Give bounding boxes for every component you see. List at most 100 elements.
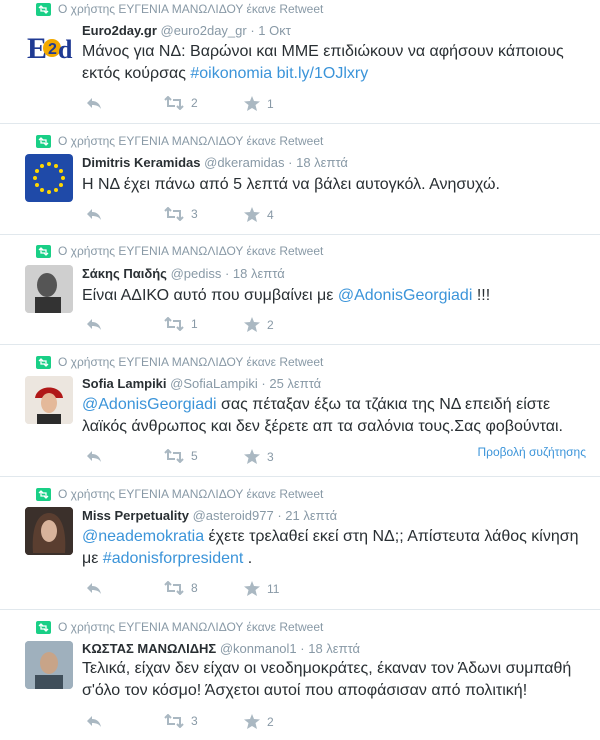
retweet-context-text: Ο χρήστης ΕΥΓΕΝΙΑ ΜΑΝΩΛΙΔΟΥ έκανε Retwee…	[58, 244, 324, 258]
svg-text:2: 2	[48, 41, 57, 58]
favorite-button[interactable]: 11	[244, 581, 279, 596]
author-name[interactable]: Sofia Lampiki	[82, 376, 167, 391]
favorite-count: 11	[267, 581, 280, 596]
avatar[interactable]	[25, 376, 73, 424]
retweet-badge-icon	[36, 356, 51, 369]
tweet[interactable]: Ο χρήστης ΕΥΓΕΝΙΑ ΜΑΝΩΛΙΔΟΥ έκανε Retwee…	[0, 345, 600, 477]
tweet-timestamp[interactable]: 18 λεπτά	[233, 266, 285, 281]
avatar[interactable]	[25, 507, 73, 555]
retweet-badge-icon	[36, 488, 51, 501]
retweet-icon	[164, 581, 184, 595]
retweet-badge-icon	[36, 135, 51, 148]
retweet-button[interactable]: 8	[164, 581, 198, 595]
tweet-timestamp[interactable]: 25 λεπτά	[269, 376, 321, 391]
svg-text:d: d	[58, 35, 73, 64]
star-icon	[244, 96, 260, 111]
retweet-context: Ο χρήστης ΕΥΓΕΝΙΑ ΜΑΝΩΛΙΔΟΥ έκανε Retwee…	[36, 355, 323, 369]
favorite-button[interactable]: 2	[244, 714, 274, 729]
reply-button[interactable]	[86, 207, 102, 221]
favorite-button[interactable]: 1	[244, 96, 274, 111]
tweet-text: Μάνος για ΝΔ: Βαρώνοι και ΜΜΕ επιδιώκουν…	[82, 41, 594, 85]
avatar[interactable]	[25, 154, 73, 202]
retweet-icon	[164, 96, 184, 110]
reply-button[interactable]	[86, 96, 102, 110]
retweet-icon	[164, 449, 184, 463]
retweet-count: 3	[191, 207, 198, 221]
mention-link[interactable]: @AdonisGeorgiadi	[82, 396, 217, 413]
tweet-actions: 3 2	[86, 714, 566, 732]
favorite-button[interactable]: 2	[244, 317, 274, 332]
author-handle[interactable]: @konmanol1	[220, 641, 297, 656]
text-segment: .	[243, 550, 253, 567]
hashtag-link[interactable]: #adonisforpresident	[103, 550, 244, 567]
tweet-timestamp[interactable]: 21 λεπτά	[285, 508, 337, 523]
favorite-count: 3	[267, 449, 274, 464]
reply-button[interactable]	[86, 449, 102, 463]
author-handle[interactable]: @asteroid977	[193, 508, 274, 523]
favorite-count: 2	[267, 317, 274, 332]
tweet-timestamp[interactable]: 18 λεπτά	[308, 641, 360, 656]
retweet-button[interactable]: 2	[164, 96, 198, 110]
retweet-context: Ο χρήστης ΕΥΓΕΝΙΑ ΜΑΝΩΛΙΔΟΥ έκανε Retwee…	[36, 2, 323, 16]
reply-button[interactable]	[86, 714, 102, 728]
author-name[interactable]: ΚΩΣΤΑΣ ΜΑΝΩΛΙΔΗΣ	[82, 641, 216, 656]
tweet[interactable]: Ο χρήστης ΕΥΓΕΝΙΑ ΜΑΝΩΛΙΔΟΥ έκανε Retwee…	[0, 235, 600, 345]
mention-link[interactable]: @AdonisGeorgiadi	[338, 287, 473, 304]
reply-icon	[87, 451, 101, 462]
tweet-actions: 2 1	[86, 96, 566, 114]
tweet-actions: 3 4	[86, 207, 566, 225]
author-name[interactable]: Dimitris Keramidas	[82, 155, 201, 170]
star-icon	[244, 207, 260, 222]
star-icon	[244, 449, 260, 464]
reply-icon	[87, 319, 101, 330]
tweet[interactable]: Ο χρήστης ΕΥΓΕΝΙΑ ΜΑΝΩΛΙΔΟΥ έκανε Retwee…	[0, 477, 600, 610]
retweet-count: 1	[191, 317, 198, 331]
retweet-button[interactable]: 3	[164, 207, 198, 221]
retweet-icon	[164, 207, 184, 221]
url-link[interactable]: bit.ly/1OJlxry	[277, 65, 369, 82]
reply-button[interactable]	[86, 581, 102, 595]
retweet-context-text: Ο χρήστης ΕΥΓΕΝΙΑ ΜΑΝΩΛΙΔΟΥ έκανε Retwee…	[58, 487, 324, 501]
author-name[interactable]: Euro2day.gr	[82, 23, 157, 38]
author-handle[interactable]: @euro2day_gr	[161, 23, 247, 38]
author-name[interactable]: Σάκης Παιδής	[82, 266, 167, 281]
star-icon	[244, 317, 260, 332]
view-conversation-link[interactable]: Προβολή συζήτησης	[477, 445, 586, 459]
retweet-count: 5	[191, 449, 198, 463]
reply-button[interactable]	[86, 317, 102, 331]
retweet-icon	[164, 317, 184, 331]
retweet-button[interactable]: 3	[164, 714, 198, 728]
text-segment: !!!	[472, 287, 491, 304]
tweet[interactable]: Ο χρήστης ΕΥΓΕΝΙΑ ΜΑΝΩΛΙΔΟΥ έκανε Retwee…	[0, 124, 600, 235]
retweet-button[interactable]: 5	[164, 449, 198, 463]
text-segment: Είναι ΑΔΙΚΟ αυτό που συμβαίνει με	[82, 287, 338, 304]
star-icon	[244, 714, 260, 729]
author-handle[interactable]: @dkeramidas	[204, 155, 284, 170]
avatar[interactable]	[25, 641, 73, 689]
tweet-text: Η ΝΔ έχει πάνω από 5 λεπτά να βάλει αυτο…	[82, 174, 594, 196]
avatar[interactable]	[25, 265, 73, 313]
retweet-count: 8	[191, 581, 198, 595]
favorite-button[interactable]: 3	[244, 449, 274, 464]
favorite-button[interactable]: 4	[244, 207, 274, 222]
retweet-context-text: Ο χρήστης ΕΥΓΕΝΙΑ ΜΑΝΩΛΙΔΟΥ έκανε Retwee…	[58, 620, 324, 634]
author-handle[interactable]: @pediss	[171, 266, 222, 281]
tweet-timestamp[interactable]: 18 λεπτά	[296, 155, 348, 170]
reply-icon	[87, 716, 101, 727]
mention-link[interactable]: @neademokratia	[82, 528, 204, 545]
author-name[interactable]: Miss Perpetuality	[82, 508, 189, 523]
retweet-context: Ο χρήστης ΕΥΓΕΝΙΑ ΜΑΝΩΛΙΔΟΥ έκανε Retwee…	[36, 487, 324, 501]
tweet[interactable]: Ο χρήστης ΕΥΓΕΝΙΑ ΜΑΝΩΛΙΔΟΥ έκανε Retwee…	[0, 610, 600, 740]
tweet-actions: 8 11	[86, 581, 566, 599]
reply-icon	[87, 209, 101, 220]
tweet-text: @AdonisGeorgiadi σας πέταξαν έξω τα τζάκ…	[82, 394, 594, 438]
favorite-count: 4	[267, 207, 274, 222]
favorite-count: 1	[267, 96, 274, 111]
hashtag-link[interactable]: #oikonomia	[190, 65, 272, 82]
tweet-timestamp[interactable]: 1 Οκτ	[258, 23, 291, 38]
retweet-button[interactable]: 1	[164, 317, 198, 331]
tweet[interactable]: Ο χρήστης ΕΥΓΕΝΙΑ ΜΑΝΩΛΙΔΟΥ έκανε Retwee…	[0, 0, 600, 124]
author-handle[interactable]: @SofiaLampiki	[170, 376, 258, 391]
avatar[interactable]: E 2 d	[25, 24, 73, 72]
retweet-context: Ο χρήστης ΕΥΓΕΝΙΑ ΜΑΝΩΛΙΔΟΥ έκανε Retwee…	[36, 244, 324, 258]
